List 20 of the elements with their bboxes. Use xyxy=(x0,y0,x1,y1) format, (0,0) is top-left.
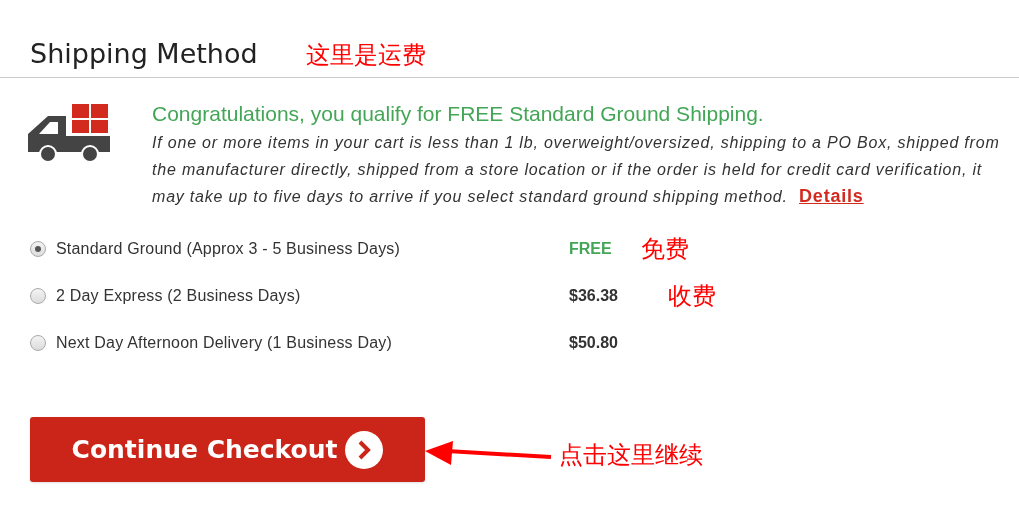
option-label: Standard Ground (Approx 3 - 5 Business Days) xyxy=(56,238,402,259)
annotation-text: 收费 xyxy=(668,283,716,308)
continue-checkout-button[interactable]: Continue Checkout xyxy=(30,417,425,482)
notice-headline: Congratulations, you qualify for FREE Standard Ground Shipping. xyxy=(152,102,765,126)
radio-button[interactable] xyxy=(30,287,46,304)
annotation-text: 免费 xyxy=(641,236,689,261)
radio-button[interactable] xyxy=(30,240,46,257)
details-link[interactable]: Details xyxy=(799,186,864,206)
option-label: 2 Day Express (2 Business Days) xyxy=(56,285,302,306)
truck-icon xyxy=(28,104,112,162)
notice-text: If one or more items in your cart is less than 1 lb, overweight/oversized, shipping to a PO Box, shipped from the manufacturer directly, shipped from a store location or if the order is held for credit card verification, it may take up to five days to arrive if you select standard ground shipping method. Details xyxy=(152,133,1001,208)
chevron-icon xyxy=(345,430,384,469)
option-price: FREE xyxy=(569,238,613,259)
annotation-text: 这里是运费 xyxy=(305,43,426,67)
section-title: Shipping Method xyxy=(30,40,258,67)
option-label: Next Day Afternoon Delivery (1 Business Day) xyxy=(56,332,394,353)
option-price: $36.38 xyxy=(569,285,619,306)
option-price: $50.80 xyxy=(569,332,619,353)
annotation-text: 点击这里继续 xyxy=(559,442,703,467)
radio-button[interactable] xyxy=(30,334,46,351)
